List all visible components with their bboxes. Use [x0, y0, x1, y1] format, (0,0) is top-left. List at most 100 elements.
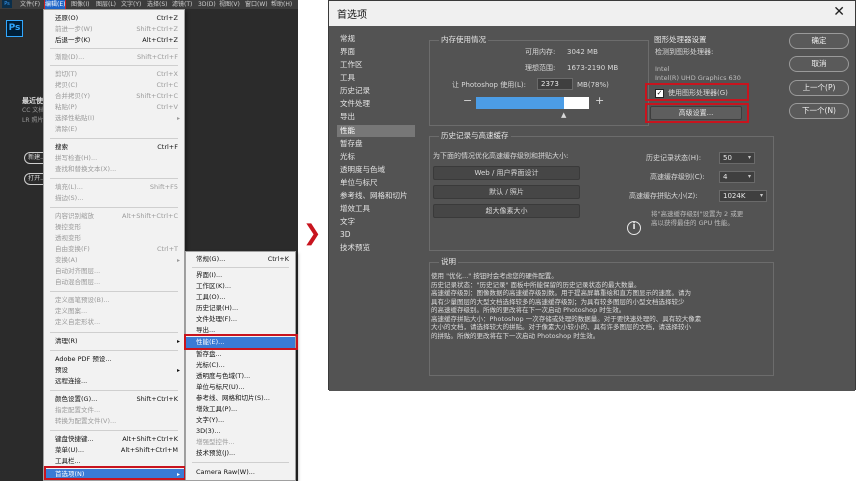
memory-input[interactable]: 2373 [537, 78, 573, 90]
nav-transparency[interactable]: 透明度与色域 [337, 164, 415, 176]
prefs-item-export[interactable]: 导出... [186, 325, 295, 336]
prefs-item-cursors[interactable]: 光标(C)... [186, 360, 295, 371]
menu-item-copy-merged[interactable]: 合并拷贝(Y) Shift+Ctrl+C [44, 91, 184, 102]
menu-item-copy[interactable]: 拷贝(C) Ctrl+C [44, 80, 184, 91]
nav-units[interactable]: 单位与标尺 [337, 177, 415, 189]
preset-huge-pixel-button[interactable]: 超大像素大小 [433, 204, 580, 218]
nav-cursors[interactable]: 光标 [337, 151, 415, 163]
nav-export[interactable]: 导出 [337, 111, 415, 123]
prefs-item-general[interactable]: 常规(G)... Ctrl+K [186, 254, 295, 265]
prefs-item-tech-previews[interactable]: 技术预览(J)... [186, 448, 295, 459]
nav-3d[interactable]: 3D [337, 229, 415, 241]
nav-scratch-disks[interactable]: 暂存盘 [337, 138, 415, 150]
close-icon[interactable]: ✕ [833, 4, 845, 20]
menu-item-cut[interactable]: 剪切(T) Ctrl+X [44, 69, 184, 80]
prefs-item-type[interactable]: 文字(Y)... [186, 415, 295, 426]
preset-web-ui-button[interactable]: Web / 用户界面设计 [433, 166, 580, 180]
menu-item-puppet-warp[interactable]: 操控变形 [44, 222, 184, 233]
menu-item-define-shape[interactable]: 定义自定形状... [44, 317, 184, 328]
prefs-item-enhanced-controls[interactable]: 增强型控件... [186, 437, 295, 448]
menu-item-step-forward[interactable]: 前进一步(W) Shift+Ctrl+Z [44, 24, 184, 35]
prefs-item-units[interactable]: 单位与标尺(U)... [186, 382, 295, 393]
menu-item-auto-align[interactable]: 自动对齐图层... [44, 266, 184, 277]
menu-item-toolbar[interactable]: 工具栏... [44, 456, 184, 467]
nav-general[interactable]: 常规 [337, 33, 415, 45]
prefs-item-plugins[interactable]: 增效工具(P)... [186, 404, 295, 415]
nav-interface[interactable]: 界面 [337, 46, 415, 58]
menu-item-find-replace[interactable]: 查找和替换文本(X)... [44, 164, 184, 175]
cancel-button[interactable]: 取消 [789, 56, 849, 72]
prefs-item-transparency[interactable]: 透明度与色域(T)... [186, 371, 295, 382]
prefs-item-scratch-disks[interactable]: 暂存盘... [186, 349, 295, 360]
menu-item-fade[interactable]: 渐隐(D)... Shift+Ctrl+F [44, 52, 184, 63]
prefs-item-interface[interactable]: 界面(I)... [186, 270, 295, 281]
menu-item-spell-check[interactable]: 拼写检查(H)... [44, 153, 184, 164]
prefs-item-3d[interactable]: 3D(3)... [186, 426, 295, 437]
menu-item-auto-blend[interactable]: 自动混合图层... [44, 277, 184, 288]
prefs-item-file-handling[interactable]: 文件处理(F)... [186, 314, 295, 325]
nav-performance[interactable]: 性能 [337, 125, 415, 137]
previous-button[interactable]: 上一个(P) [789, 80, 849, 96]
prefs-item-history[interactable]: 历史记录(H)... [186, 303, 295, 314]
menu-item-perspective-warp[interactable]: 透视变形 [44, 233, 184, 244]
menu-item-undo[interactable]: 还原(O) Ctrl+Z [44, 13, 184, 24]
menu-item-free-transform[interactable]: 自由变换(F) Ctrl+T [44, 244, 184, 255]
prefs-item-tools[interactable]: 工具(O)... [186, 292, 295, 303]
menu-edit[interactable]: 编辑(E) [43, 0, 67, 10]
menu-3d[interactable]: 3D(D) [198, 0, 216, 9]
memory-plus-button[interactable]: + [595, 95, 604, 106]
menu-window[interactable]: 窗口(W) [245, 0, 268, 9]
preset-default-photos-button[interactable]: 默认 / 照片 [433, 185, 580, 199]
menu-item-presets[interactable]: 预设 ▸ [44, 365, 184, 376]
nav-tech-previews[interactable]: 技术预览 [337, 242, 415, 254]
menu-item-content-aware-scale[interactable]: 内容识别缩放 Alt+Shift+Ctrl+C [44, 211, 184, 222]
ok-button[interactable]: 确定 [789, 33, 849, 49]
nav-tools[interactable]: 工具 [337, 72, 415, 84]
advanced-settings-button[interactable]: 高级设置... [650, 106, 742, 120]
menu-item-convert-profile[interactable]: 转换为配置文件(V)... [44, 416, 184, 427]
next-button[interactable]: 下一个(N) [789, 103, 849, 119]
menu-item-define-pattern[interactable]: 定义图案... [44, 306, 184, 317]
tile-size-select[interactable]: 1024K ▾ [719, 190, 767, 202]
menu-item-transform[interactable]: 变换(A) ▸ [44, 255, 184, 266]
menu-item-stroke[interactable]: 描边(S)... [44, 193, 184, 204]
use-gpu-checkbox[interactable]: ✓ [655, 89, 664, 98]
menu-item-keyboard-shortcuts[interactable]: 键盘快捷键... Alt+Shift+Ctrl+K [44, 434, 184, 445]
nav-workspace[interactable]: 工作区 [337, 59, 415, 71]
menu-view[interactable]: 视图(V) [219, 0, 240, 9]
nav-history[interactable]: 历史记录 [337, 85, 415, 97]
menu-item-define-brush[interactable]: 定义画笔预设(B)... [44, 295, 184, 306]
menu-item-fill[interactable]: 填充(L)... Shift+F5 [44, 182, 184, 193]
menu-select[interactable]: 选择(S) [147, 0, 168, 9]
menu-item-clear[interactable]: 清除(E) [44, 124, 184, 135]
menu-item-step-backward[interactable]: 后退一步(K) Alt+Ctrl+Z [44, 35, 184, 46]
prefs-item-workspace[interactable]: 工作区(K)... [186, 281, 295, 292]
menu-layer[interactable]: 图层(L) [96, 0, 116, 9]
menu-item-search[interactable]: 搜索 Ctrl+F [44, 142, 184, 153]
menu-item-pdf-presets[interactable]: Adobe PDF 预设... [44, 354, 184, 365]
menu-item-paste-special[interactable]: 选择性粘贴(I) ▸ [44, 113, 184, 124]
history-states-select[interactable]: 50 ▾ [719, 152, 755, 164]
menu-item-assign-profile[interactable]: 指定配置文件... [44, 405, 184, 416]
memory-slider-bar[interactable] [476, 97, 589, 109]
menu-item-purge[interactable]: 清理(R) ▸ [44, 336, 184, 347]
prefs-item-guides[interactable]: 参考线、网格和切片(S)... [186, 393, 295, 404]
memory-minus-button[interactable]: − [463, 95, 472, 106]
prefs-item-camera-raw[interactable]: Camera Raw(W)... [186, 467, 295, 478]
nav-plugins[interactable]: 增效工具 [337, 203, 415, 215]
memory-slider-thumb[interactable]: ▲ [561, 110, 566, 120]
menu-filter[interactable]: 滤镜(T) [172, 0, 192, 9]
nav-guides[interactable]: 参考线、网格和切片 [337, 190, 415, 202]
nav-type[interactable]: 文字 [337, 216, 415, 228]
menu-item-menus[interactable]: 菜单(U)... Alt+Shift+Ctrl+M [44, 445, 184, 456]
menu-item-remote[interactable]: 远程连接... [44, 376, 184, 387]
menu-file[interactable]: 文件(F) [20, 0, 40, 9]
menu-image[interactable]: 图像(I) [71, 0, 89, 9]
prefs-item-performance[interactable]: 性能(E)... [186, 337, 295, 348]
cache-levels-select[interactable]: 4 ▾ [719, 171, 755, 183]
menu-type[interactable]: 文字(Y) [121, 0, 141, 9]
menu-item-color-settings[interactable]: 颜色设置(G)... Shift+Ctrl+K [44, 394, 184, 405]
menu-item-paste[interactable]: 粘贴(P) Ctrl+V [44, 102, 184, 113]
menu-item-preferences[interactable]: 首选项(N) ▸ [44, 469, 184, 480]
nav-file-handling[interactable]: 文件处理 [337, 98, 415, 110]
